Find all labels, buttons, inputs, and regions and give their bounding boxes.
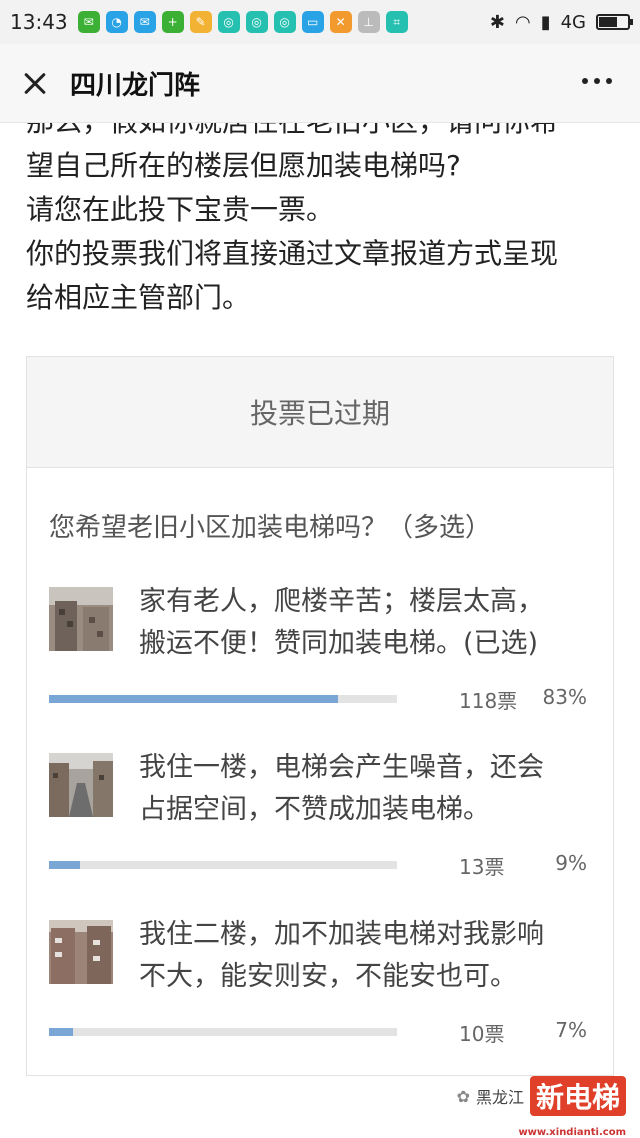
app-icon: ◎ (217, 11, 240, 33)
progress-bar (49, 861, 397, 869)
watermark-url: www.xindianti.com (518, 1127, 626, 1138)
vote-percent: 83% (542, 685, 587, 709)
watermark-logo: 新电梯 (529, 1076, 626, 1116)
vote-status: 投票已过期 (27, 357, 613, 468)
option-label-line: 不大，能安则安，不能安也可。 (139, 961, 517, 992)
vote-percent: 9% (555, 851, 587, 875)
progress-fill (49, 695, 338, 703)
vote-count: 13票 (459, 855, 505, 879)
option-label: 我住二楼，加不加装电梯对我影响 不大，能安则安，不能安也可。 (139, 914, 599, 998)
article-line: 给相应主管部门。 (26, 281, 251, 314)
page-title: 四川龙门阵 (70, 70, 201, 101)
vote-question: 您希望老旧小区加装电梯吗？（多选） (49, 513, 492, 543)
bluetooth-icon: ✱ (489, 11, 505, 33)
option-photo (49, 753, 113, 817)
option-label-line: 搬运不便！赞同加装电梯。(已选) (139, 628, 539, 659)
wechat-icon: ✿ (456, 1086, 470, 1106)
vote-percent: 7% (555, 1018, 587, 1042)
watermark-source: 黑龙江 (475, 1088, 524, 1107)
article-line: 你的投票我们将直接通过文章报道方式呈现 (26, 237, 559, 270)
system-status: ✱ ◠ ▮ 4G (489, 0, 633, 44)
tools-icon: ✕ (329, 11, 352, 33)
option-label-line: 我住一楼，电梯会产生噪音，还会 (139, 752, 544, 783)
status-bar: 13:43 ✉ ◔ ✉ + ✎ ◎ ◎ ◎ ▭ ✕ ⊥ ⌗ ✱ ◠ ▮ 4G (0, 0, 640, 44)
close-button[interactable] (18, 66, 52, 100)
vote-count: 10票 (459, 1022, 505, 1046)
article-line: 请您在此投下宝贵一票。 (26, 193, 335, 226)
option-label: 家有老人，爬楼辛苦；楼层太高， 搬运不便！赞同加装电梯。(已选) (139, 581, 599, 665)
option-label-line: 家有老人，爬楼辛苦；楼层太高， (139, 586, 544, 617)
progress-bar (49, 695, 397, 703)
wechat-icon: ✉ (77, 11, 100, 33)
wifi-icon: ◠ (514, 11, 531, 33)
battery-icon (596, 14, 633, 30)
signal-icon: ▮ (540, 11, 551, 33)
more-options-button[interactable] (582, 78, 612, 84)
article-line: 望自己所在的楼层但愿加装电梯吗? (26, 149, 461, 182)
progress-fill (49, 861, 81, 869)
option-photo (49, 920, 113, 984)
progress-fill (49, 1028, 74, 1036)
scan-icon: ⌗ (385, 11, 408, 33)
option-photo (49, 587, 113, 651)
option-label-line: 我住二楼，加不加装电梯对我影响 (139, 919, 544, 950)
article-body: 那么，假如你就居住在老旧小区，请问你希 望自己所在的楼层但愿加装电梯吗? 请您在… (26, 100, 626, 320)
network-type: 4G (560, 11, 586, 33)
status-time: 13:43 (10, 10, 68, 34)
plus-app-icon: + (161, 11, 184, 33)
cleaner-icon: ⊥ (357, 11, 380, 33)
vote-card: 投票已过期 您希望老旧小区加装电梯吗？（多选） 家有老人，爬楼辛苦；楼层太高， … (26, 356, 614, 1076)
option-label-line: 占据空间，不赞成加装电梯。 (139, 794, 490, 825)
app-icon: ◎ (273, 11, 296, 33)
wechat-work-icon: ✉ (133, 11, 156, 33)
message-icon: ▭ (301, 11, 324, 33)
brush-app-icon: ✎ (189, 11, 212, 33)
option-label: 我住一楼，电梯会产生噪音，还会 占据空间，不赞成加装电梯。 (139, 747, 599, 831)
progress-bar (49, 1028, 397, 1036)
qq-icon: ◔ (105, 11, 128, 33)
vote-count: 118票 (459, 689, 518, 713)
watermark: ✿ 黑龙江 新电梯 (457, 1076, 626, 1116)
app-icon: ◎ (245, 11, 268, 33)
notification-icons: ✉ ◔ ✉ + ✎ ◎ ◎ ◎ ▭ ✕ ⊥ ⌗ (77, 11, 408, 33)
title-bar: 四川龙门阵 (0, 44, 640, 123)
